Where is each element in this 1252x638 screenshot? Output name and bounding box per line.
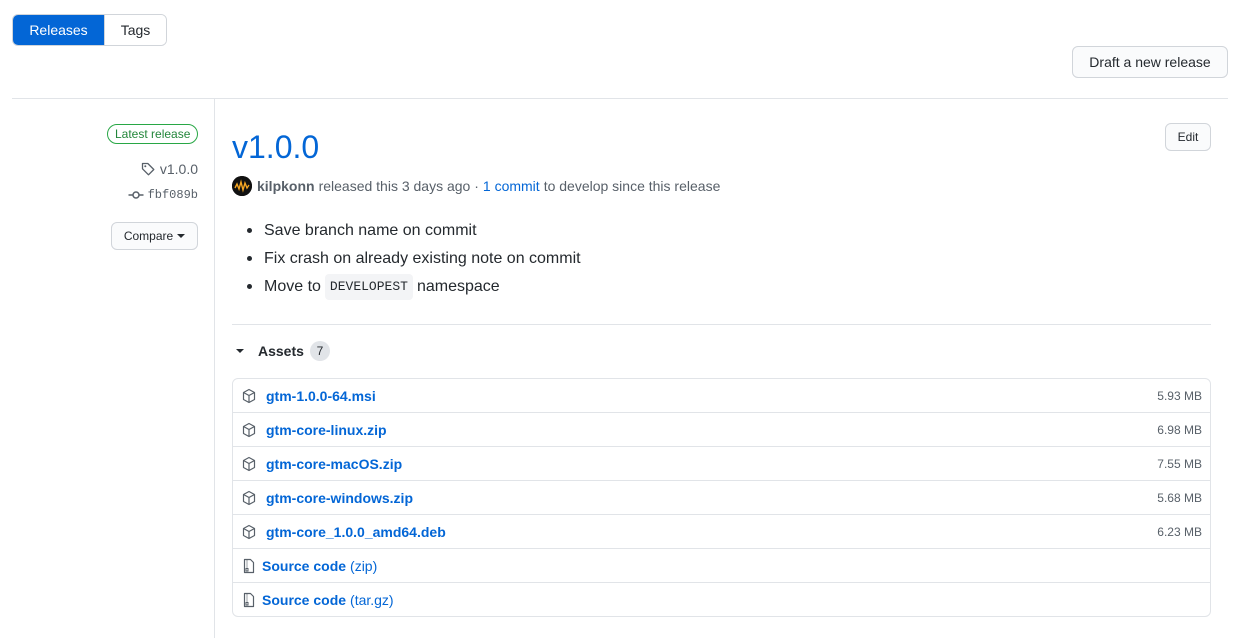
tab-releases[interactable]: Releases	[13, 15, 104, 45]
tag-name: v1.0.0	[159, 161, 198, 177]
header-divider	[12, 98, 1228, 99]
source-code-targz-link[interactable]: Source code (tar.gz)	[262, 592, 394, 608]
asset-size: 7.55 MB	[1157, 456, 1202, 471]
draft-new-release-button[interactable]: Draft a new release	[1072, 46, 1228, 78]
inline-code: DEVELOPEST	[324, 274, 413, 300]
avatar[interactable]	[232, 176, 252, 196]
package-icon	[241, 490, 257, 506]
commits-since-link[interactable]: 1 commit	[483, 178, 540, 194]
assets-count: 7	[309, 341, 330, 361]
asset-row: Source code (tar.gz)	[233, 582, 1210, 616]
source-format: (zip)	[350, 557, 378, 574]
asset-link[interactable]: gtm-core_1.0.0_amd64.deb	[266, 524, 446, 540]
package-icon	[241, 524, 257, 540]
release-byline: kilpkonn released this 3 days ago · 1 co…	[232, 176, 720, 196]
commit-sha: fbf089b	[147, 188, 198, 202]
package-icon	[241, 456, 257, 472]
latest-release-badge: Latest release	[107, 124, 199, 144]
asset-row: gtm-core-macOS.zip 7.55 MB	[233, 446, 1210, 480]
list-item: Save branch name on commit	[247, 221, 581, 249]
commit-link[interactable]: fbf089b	[128, 187, 198, 203]
list-item: Move to DEVELOPEST namespace	[247, 274, 581, 305]
released-text: released this 3 days ago ·	[318, 178, 479, 194]
compare-button[interactable]: Compare	[111, 222, 198, 250]
assets-label: Assets	[258, 343, 304, 359]
source-code-zip-link[interactable]: Source code (zip)	[262, 558, 377, 574]
package-icon	[241, 422, 257, 438]
asset-row: gtm-core_1.0.0_amd64.deb 6.23 MB	[233, 514, 1210, 548]
asset-link[interactable]: gtm-core-linux.zip	[266, 422, 387, 438]
note-text: Fix crash on already existing note on co…	[264, 250, 581, 267]
assets-toggle[interactable]: Assets 7	[236, 341, 330, 361]
list-item: Fix crash on already existing note on co…	[247, 249, 581, 277]
notes-divider	[232, 324, 1211, 325]
avatar-icon	[232, 176, 252, 196]
asset-size: 5.68 MB	[1157, 490, 1202, 505]
tag-icon	[141, 162, 155, 176]
tag-link[interactable]: v1.0.0	[140, 161, 198, 177]
edit-button[interactable]: Edit	[1165, 123, 1211, 151]
author-link[interactable]: kilpkonn	[257, 178, 315, 194]
note-text: namespace	[416, 278, 500, 295]
asset-link[interactable]: gtm-core-macOS.zip	[266, 456, 402, 472]
asset-row: gtm-core-windows.zip 5.68 MB	[233, 480, 1210, 514]
file-zip-icon	[241, 558, 257, 574]
assets-list: gtm-1.0.0-64.msi 5.93 MB gtm-core-linux.…	[232, 378, 1211, 617]
package-icon	[241, 388, 257, 404]
source-code-label: Source code	[262, 557, 347, 574]
asset-row: Source code (zip)	[233, 548, 1210, 582]
source-format: (tar.gz)	[350, 591, 394, 608]
asset-size: 6.98 MB	[1157, 422, 1202, 437]
caret-down-icon	[236, 349, 244, 353]
tab-tags[interactable]: Tags	[104, 15, 166, 45]
release-tabs: Releases Tags	[12, 14, 167, 46]
since-text: to develop since this release	[543, 178, 721, 194]
asset-row: gtm-core-linux.zip 6.98 MB	[233, 412, 1210, 446]
source-code-label: Source code	[262, 591, 347, 608]
release-title[interactable]: v1.0.0	[232, 127, 319, 167]
note-text: Save branch name on commit	[264, 222, 477, 239]
caret-down-icon	[177, 234, 186, 238]
asset-link[interactable]: gtm-1.0.0-64.msi	[266, 388, 376, 404]
asset-link[interactable]: gtm-core-windows.zip	[266, 490, 413, 506]
release-notes: Save branch name on commit Fix crash on …	[247, 221, 581, 305]
commit-icon	[128, 191, 144, 199]
file-zip-icon	[241, 592, 257, 608]
compare-label: Compare	[123, 229, 174, 243]
column-divider	[214, 99, 215, 638]
note-text: Move to	[264, 278, 321, 295]
asset-size: 6.23 MB	[1157, 524, 1202, 539]
asset-row: gtm-1.0.0-64.msi 5.93 MB	[233, 379, 1210, 412]
asset-size: 5.93 MB	[1157, 388, 1202, 403]
